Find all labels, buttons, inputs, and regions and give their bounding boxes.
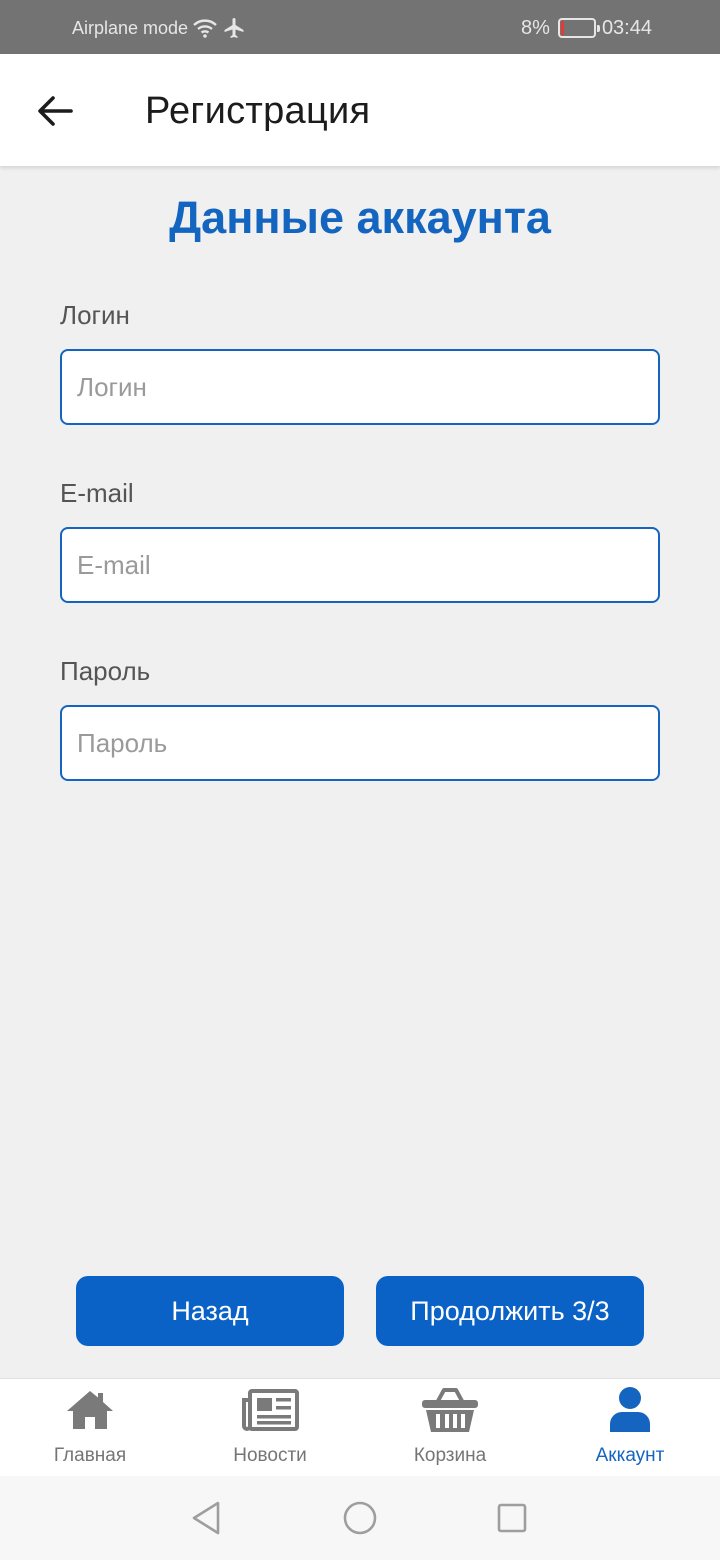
system-recents-button[interactable] (492, 1498, 532, 1538)
nav-label-account: Аккаунт (595, 1445, 665, 1466)
nav-label-home: Главная (53, 1445, 127, 1466)
status-time: 03:44 (601, 16, 652, 39)
back-arrow-button[interactable] (32, 88, 78, 134)
nav-label-basket: Корзина (413, 1445, 487, 1466)
email-label: E-mail (60, 478, 134, 508)
nav-label-news: Новости (233, 1445, 307, 1466)
battery-percent: 8% (521, 16, 550, 39)
arrow-left-icon (38, 96, 73, 126)
nav-item-home[interactable]: Главная (0, 1379, 180, 1477)
back-triangle-icon (192, 1501, 220, 1535)
status-bar: Airplane mode 8% 03:44 (0, 0, 720, 54)
basket-icon (360, 1385, 540, 1435)
battery-level-fill (560, 21, 564, 35)
home-icon (0, 1385, 180, 1435)
user-icon (540, 1385, 720, 1435)
battery-icon (557, 18, 600, 38)
newspaper-icon (180, 1385, 360, 1435)
page-title: Регистрация (145, 90, 371, 132)
bottom-nav: Главная Новости Корзина Аккаунт (0, 1378, 720, 1476)
login-label: Логин (60, 300, 130, 330)
home-circle-icon (343, 1501, 377, 1535)
password-label: Пароль (60, 656, 151, 686)
system-nav-bar (0, 1476, 720, 1560)
email-input[interactable] (60, 527, 660, 603)
system-back-button[interactable] (186, 1498, 226, 1538)
login-input[interactable] (60, 349, 660, 425)
status-right: 8% 03:44 (521, 14, 652, 42)
nav-item-account[interactable]: Аккаунт (540, 1379, 720, 1477)
status-left: Airplane mode (72, 14, 246, 42)
nav-item-basket[interactable]: Корзина (360, 1379, 540, 1477)
recents-square-icon (497, 1503, 527, 1533)
nav-item-news[interactable]: Новости (180, 1379, 360, 1477)
back-button[interactable]: Назад (76, 1276, 344, 1346)
section-title: Данные аккаунта (169, 192, 551, 243)
wifi-icon (193, 19, 217, 38)
airplane-icon (224, 18, 244, 38)
system-home-button[interactable] (340, 1498, 380, 1538)
airplane-mode-text: Airplane mode (72, 17, 189, 38)
continue-button[interactable]: Продолжить 3/3 (376, 1276, 644, 1346)
app-bar: Регистрация (0, 54, 720, 166)
password-input[interactable] (60, 705, 660, 781)
